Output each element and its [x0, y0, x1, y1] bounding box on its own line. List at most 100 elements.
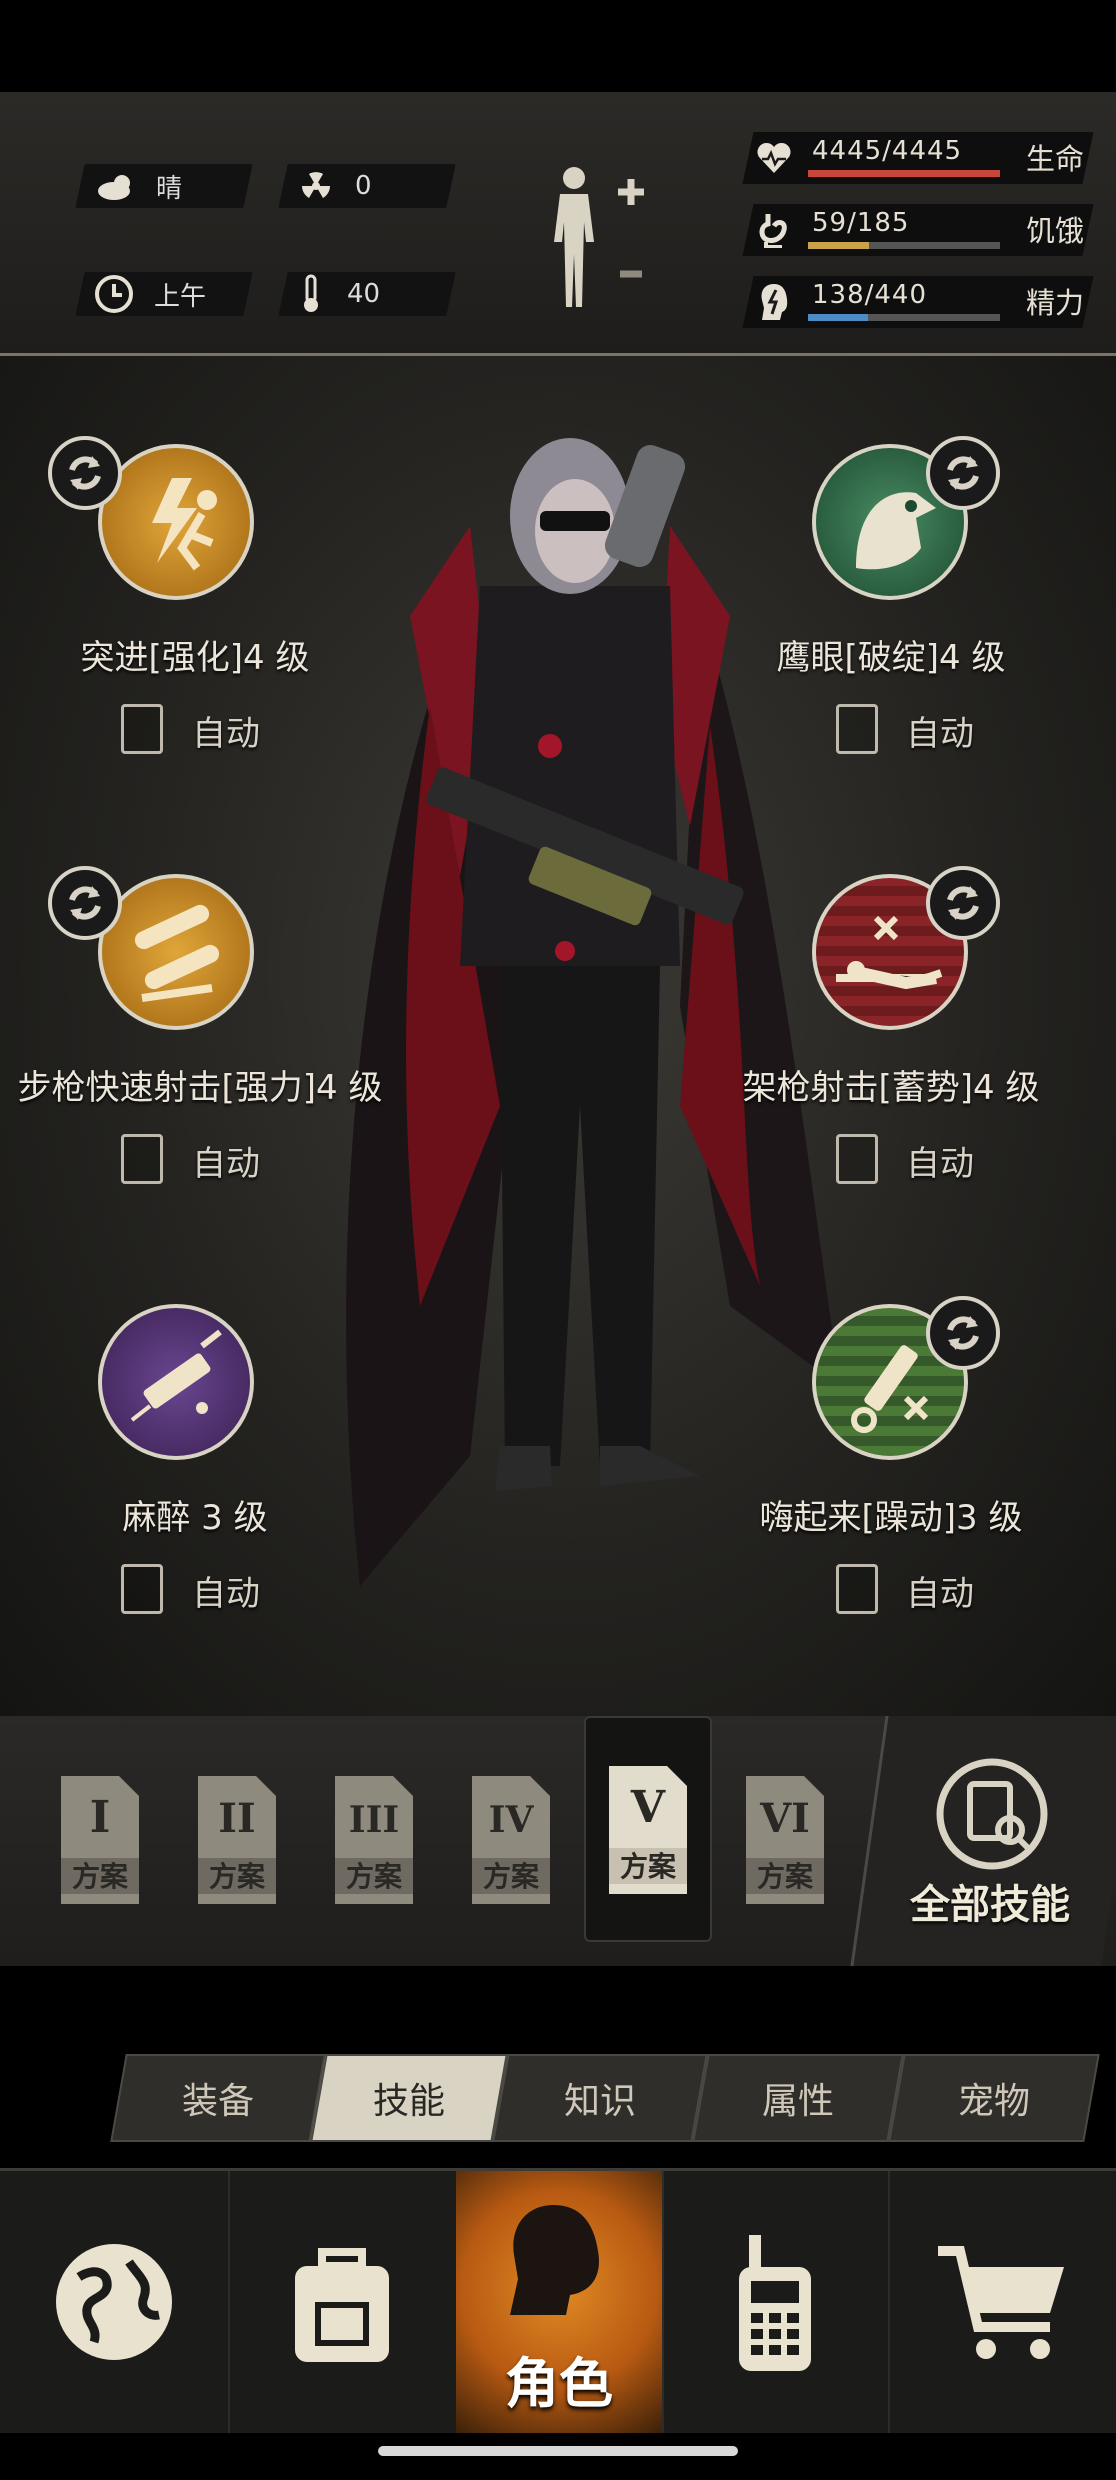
thermometer-icon — [304, 274, 318, 312]
energy-label: 精力 — [1026, 286, 1085, 320]
auto-checkbox[interactable] — [121, 704, 163, 754]
cart-icon — [938, 2246, 1064, 2359]
skill-name: 突进[强化]4 级 — [80, 638, 310, 678]
skill-slot-3: 步枪快速射击[强力]4 级 自动 — [0, 786, 420, 1206]
bottom-nav: 角色 — [0, 2168, 1116, 2433]
time-of-day-text: 上午 — [154, 281, 207, 312]
auto-label: 自动 — [906, 714, 974, 754]
tab-attributes[interactable]: 属性 — [692, 2054, 904, 2142]
skill-name: 嗨起来[躁动]3 级 — [759, 1498, 1023, 1538]
skill-slot-6: 嗨起来[躁动]3 级 自动 — [736, 1216, 1116, 1636]
auto-checkbox[interactable] — [121, 1564, 163, 1614]
auto-label: 自动 — [192, 1144, 260, 1184]
auto-checkbox[interactable] — [836, 1134, 878, 1184]
temperature-chip: 40 — [278, 272, 456, 316]
radiation-chip: 0 — [278, 164, 456, 208]
skill-slot-4: 架枪射击[蓄势]4 级 自动 — [736, 786, 1116, 1206]
energy-head-icon — [761, 284, 788, 320]
plan-button-4[interactable]: IV 方案 — [466, 1770, 556, 1914]
health-label: 生命 — [1026, 142, 1085, 176]
vital-stats: 4445/4445 生命 59/185 饥饿 138/440 精力 — [742, 132, 1094, 362]
nav-character-label: 角色 — [505, 2352, 613, 2415]
svg-text:方案: 方案 — [209, 1860, 266, 1893]
hunger-bar-fill — [808, 242, 870, 249]
skill-name: 鹰眼[破绽]4 级 — [776, 638, 1006, 678]
auto-checkbox[interactable] — [836, 1564, 878, 1614]
svg-text:IV: IV — [489, 1799, 535, 1841]
skill-book-search-icon — [936, 1758, 1048, 1870]
plan-button-1[interactable]: I 方案 — [55, 1770, 145, 1914]
skill-name: 麻醉 3 级 — [122, 1498, 268, 1538]
svg-text:V: V — [630, 1782, 666, 1833]
skill-slot-2: 鹰眼[破绽]4 级 自动 — [736, 356, 1116, 776]
energy-bar-fill — [808, 314, 868, 321]
hunger-value: 59/185 — [812, 208, 910, 238]
home-indicator — [378, 2446, 738, 2456]
stomach-icon — [759, 214, 787, 248]
svg-text:方案: 方案 — [72, 1860, 129, 1893]
globe-icon — [56, 2244, 172, 2360]
swap-icon[interactable] — [48, 866, 122, 940]
radio-icon — [739, 2235, 811, 2371]
status-bar — [0, 0, 1116, 92]
energy-value: 138/440 — [812, 280, 928, 310]
svg-text:方案: 方案 — [483, 1860, 540, 1893]
skill-name: 架枪射击[蓄势]4 级 — [742, 1068, 1040, 1108]
cloud-sun-icon — [98, 175, 130, 200]
body-status-button[interactable] — [540, 162, 650, 312]
nav-character-button[interactable]: 角色 — [456, 2171, 664, 2433]
svg-text:方案: 方案 — [757, 1860, 814, 1893]
svg-text:方案: 方案 — [620, 1850, 677, 1883]
skill-slot-5: 麻醉 3 级 自动 — [0, 1216, 380, 1636]
clock-icon — [95, 275, 133, 313]
all-skills-label: 全部技能 — [910, 1882, 1070, 1928]
auto-checkbox[interactable] — [121, 1134, 163, 1184]
tab-skills[interactable]: 技能 — [310, 2054, 508, 2142]
auto-label: 自动 — [192, 714, 260, 754]
health-value: 4445/4445 — [812, 136, 963, 166]
nav-shop-button[interactable] — [888, 2171, 1116, 2433]
plan-button-3[interactable]: III 方案 — [329, 1770, 419, 1914]
auto-checkbox[interactable] — [836, 704, 878, 754]
plan-button-6[interactable]: VI 方案 — [740, 1770, 830, 1914]
weather-chip: 晴 — [75, 164, 253, 208]
skill-name: 步枪快速射击[强力]4 级 — [17, 1068, 383, 1108]
body-figure-icon — [554, 167, 644, 307]
all-skills-button[interactable]: 全部技能 — [900, 1756, 1100, 1936]
svg-text:I: I — [90, 1792, 111, 1843]
plan-button-5[interactable]: V 方案 — [603, 1760, 693, 1904]
syringe-icon[interactable] — [98, 1304, 254, 1460]
tab-pets[interactable]: 宠物 — [888, 2054, 1100, 2142]
swap-icon[interactable] — [926, 436, 1000, 510]
heart-icon — [757, 142, 791, 173]
hunger-label: 饥饿 — [1026, 214, 1085, 248]
radiation-icon — [302, 172, 330, 198]
auto-label: 自动 — [906, 1144, 974, 1184]
tab-knowledge[interactable]: 知识 — [492, 2054, 708, 2142]
radiation-value: 0 — [355, 171, 372, 201]
svg-text:VI: VI — [759, 1795, 810, 1842]
auto-label: 自动 — [192, 1574, 260, 1614]
nav-backpack-button[interactable] — [228, 2171, 458, 2433]
skill-slot-1: 突进[强化]4 级 自动 — [0, 356, 380, 776]
auto-label: 自动 — [906, 1574, 974, 1614]
skill-plan-bar: I 方案 II 方案 III 方案 IV 方案 V 方案 VI 方案 全部技能 — [0, 1716, 1116, 1966]
health-bar-fill — [808, 170, 1000, 177]
svg-text:III: III — [349, 1799, 400, 1841]
swap-icon[interactable] — [48, 436, 122, 510]
svg-text:方案: 方案 — [346, 1860, 403, 1893]
time-chip: 上午 — [75, 272, 253, 316]
swap-icon[interactable] — [926, 866, 1000, 940]
plan-button-2[interactable]: II 方案 — [192, 1770, 282, 1914]
swap-icon[interactable] — [926, 1296, 1000, 1370]
tab-equipment[interactable]: 装备 — [110, 2054, 326, 2142]
weather-text: 晴 — [156, 173, 183, 204]
nav-map-button[interactable] — [0, 2171, 230, 2433]
character-scene: 突进[强化]4 级 自动 鹰眼[破绽]4 级 自动 步枪快速射击[强力]4 级 … — [0, 356, 1116, 1716]
svg-text:II: II — [218, 1795, 255, 1842]
backpack-icon — [295, 2248, 389, 2362]
nav-radio-button[interactable] — [662, 2171, 890, 2433]
character-head-icon — [510, 2205, 599, 2315]
temperature-value: 40 — [347, 279, 381, 309]
hud-panel: 晴 0 上午 40 4445/4445 生命 59/185 饥饿 138/440… — [0, 92, 1116, 356]
